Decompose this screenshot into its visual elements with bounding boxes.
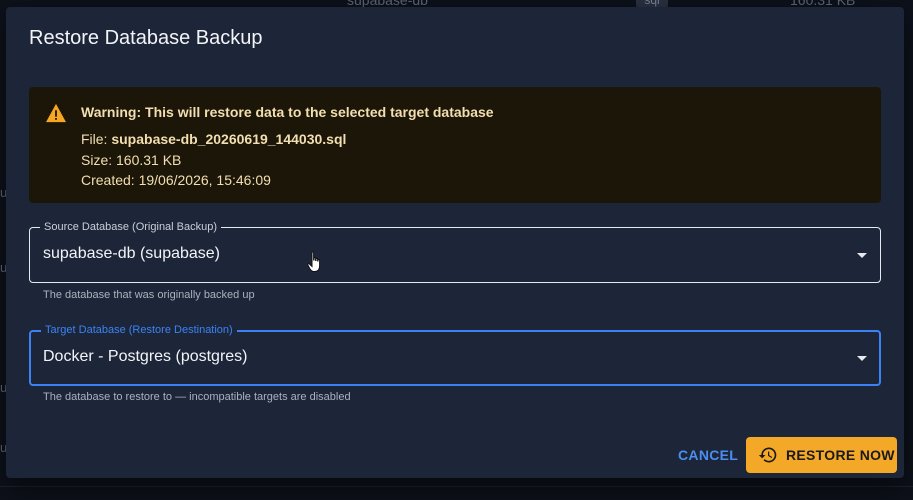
target-database-select[interactable]: Target Database (Restore Destination) Do… bbox=[29, 323, 881, 386]
source-database-helper: The database that was originally backed … bbox=[43, 289, 255, 301]
restore-dialog: Restore Database Backup Warning: This wi… bbox=[6, 7, 904, 478]
target-database-helper: The database to restore to — incompatibl… bbox=[43, 391, 351, 403]
warning-created-line: Created: 19/06/2026, 15:46:09 bbox=[81, 172, 271, 188]
source-database-value: supabase-db (supabase) bbox=[43, 245, 221, 262]
chevron-down-icon[interactable] bbox=[857, 253, 867, 258]
warning-file-line: File: supabase-db_20260619_144030.sql bbox=[81, 131, 346, 147]
target-database-label: Target Database (Restore Destination) bbox=[41, 323, 237, 337]
target-database-value: Docker - Postgres (postgres) bbox=[43, 348, 248, 365]
warning-icon bbox=[46, 103, 66, 123]
warning-file-label: File: bbox=[81, 131, 112, 147]
background-divider bbox=[0, 486, 913, 487]
warning-alert: Warning: This will restore data to the s… bbox=[29, 87, 881, 203]
source-database-select[interactable]: Source Database (Original Backup) supaba… bbox=[29, 220, 881, 283]
restore-now-label: RESTORE NOW bbox=[786, 447, 895, 463]
history-icon bbox=[758, 447, 777, 463]
restore-now-button[interactable]: RESTORE NOW bbox=[746, 437, 897, 473]
warning-heading: Warning: This will restore data to the s… bbox=[81, 104, 494, 120]
warning-file-value: supabase-db_20260619_144030.sql bbox=[111, 131, 347, 147]
source-database-label: Source Database (Original Backup) bbox=[40, 220, 222, 234]
cancel-button[interactable]: CANCEL bbox=[670, 439, 746, 471]
chevron-down-icon[interactable] bbox=[857, 356, 867, 361]
dialog-title: Restore Database Backup bbox=[29, 27, 263, 49]
hand-pointer-icon bbox=[307, 251, 321, 272]
warning-size-line: Size: 160.31 KB bbox=[81, 152, 182, 168]
